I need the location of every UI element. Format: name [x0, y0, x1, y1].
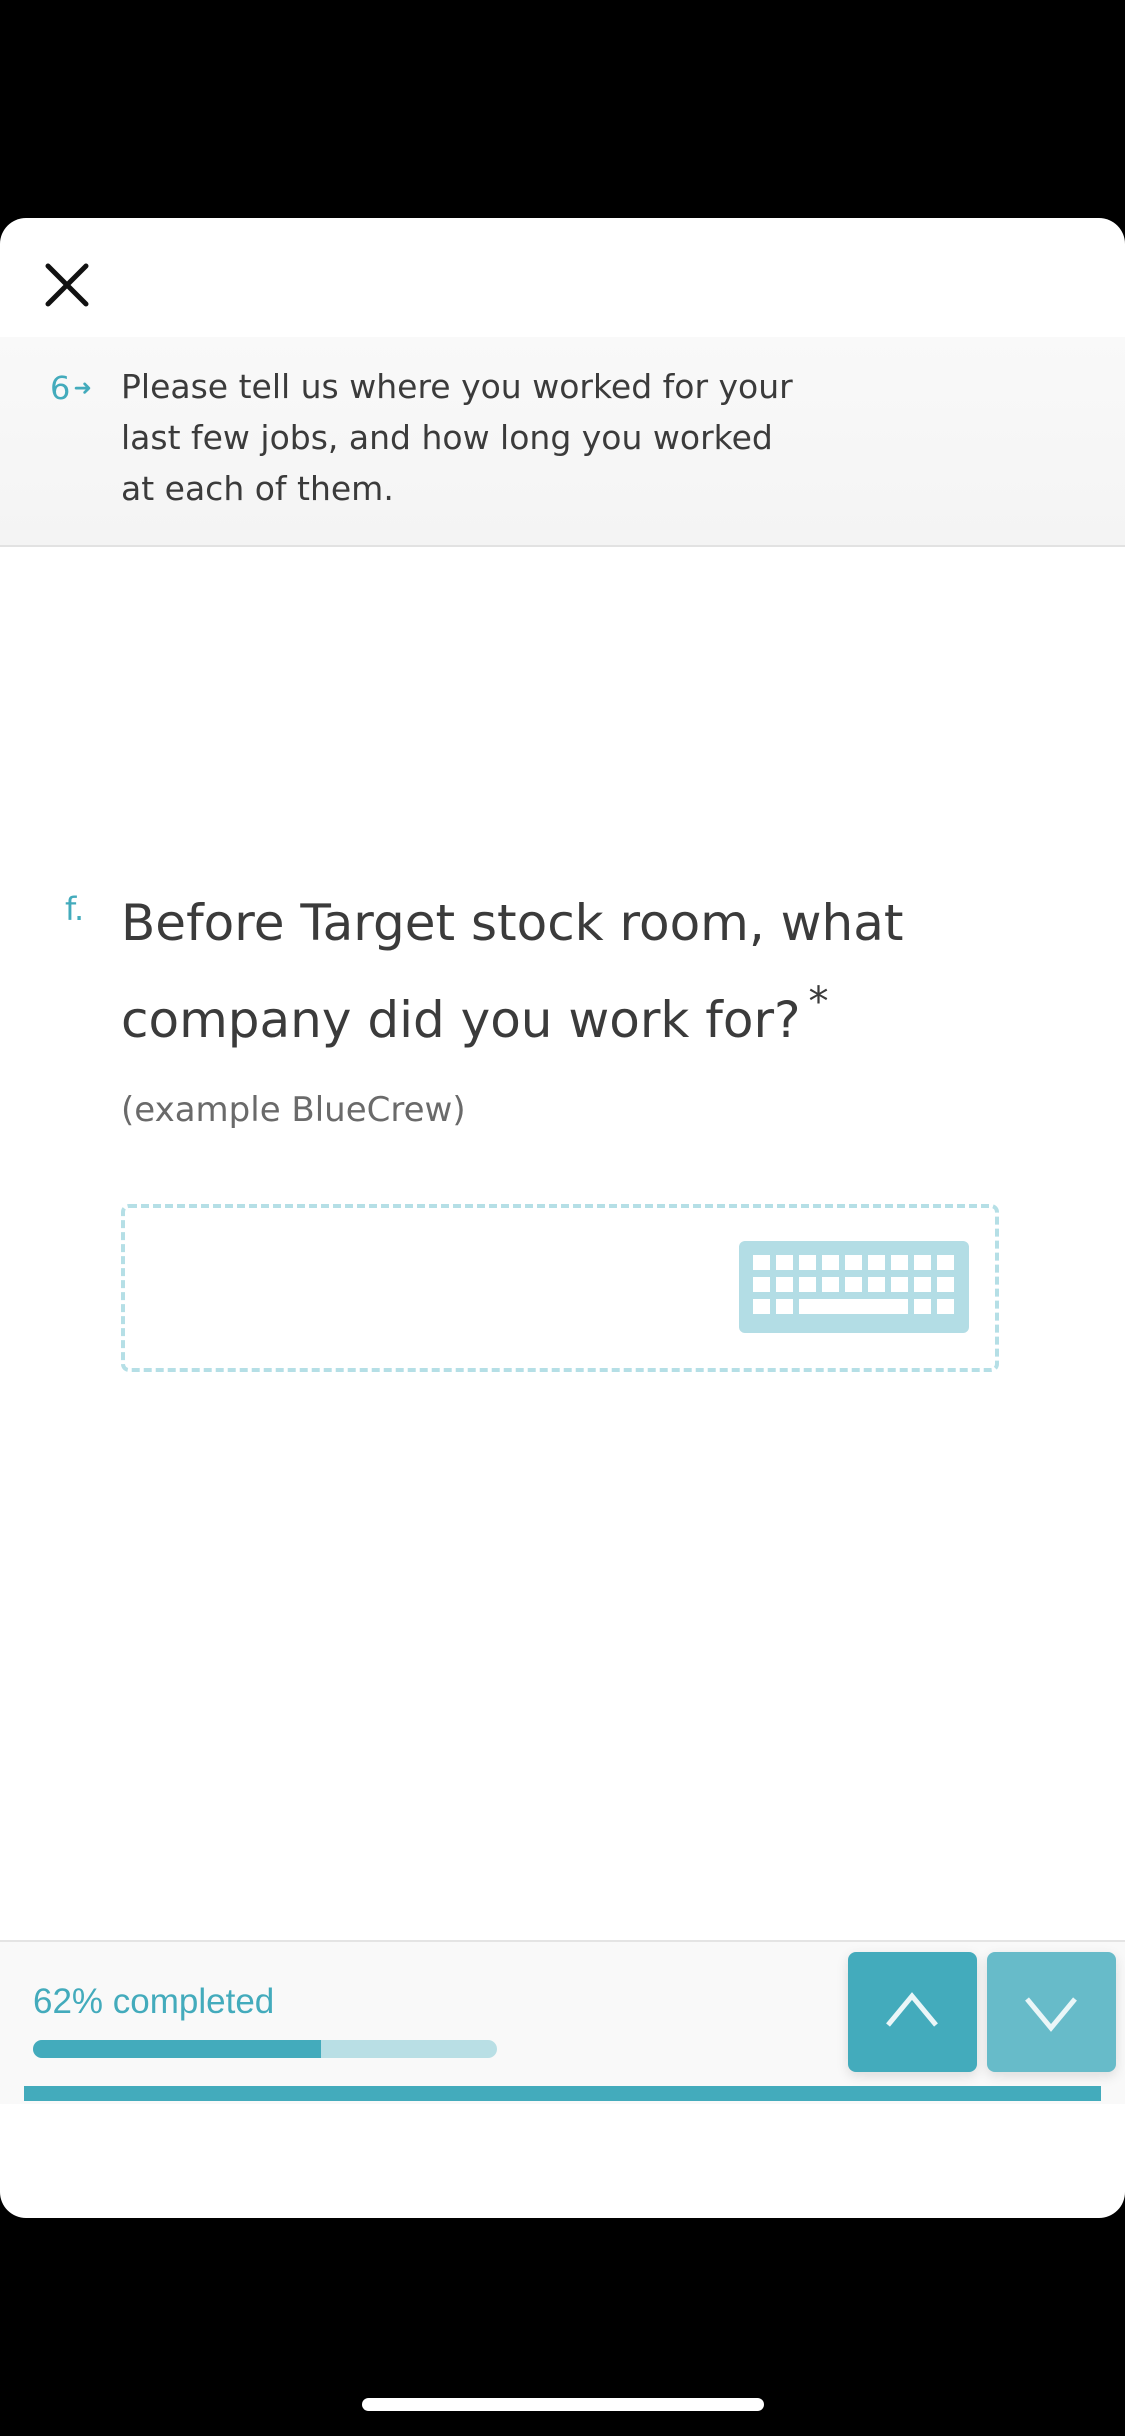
question-text: Please tell us where you worked for your…	[121, 367, 793, 508]
keyboard-icon	[739, 1241, 969, 1333]
question-header: 6 ➜ Please tell us where you worked for y…	[0, 337, 1125, 547]
answer-input[interactable]	[121, 1204, 999, 1372]
subquestion-letter: f.	[65, 890, 85, 928]
required-marker: *	[808, 979, 829, 1025]
question-number: 6 ➜	[50, 369, 92, 407]
home-indicator[interactable]	[362, 2398, 764, 2411]
progress-strip	[24, 2086, 1101, 2101]
arrow-right-icon: ➜	[73, 376, 92, 401]
previous-question-button[interactable]	[848, 1952, 977, 2072]
subquestion-text: Before Target stock room, what company d…	[121, 894, 904, 1049]
progress-label: 62% completed	[33, 1982, 275, 2021]
question-number-text: 6	[50, 369, 71, 407]
chevron-up-icon	[886, 1992, 938, 2027]
progress-fill	[33, 2040, 321, 2058]
progress-footer: 62% completed	[0, 1940, 1125, 2104]
example-hint: (example BlueCrew)	[121, 1090, 466, 1130]
subquestion-title: Before Target stock room, what company d…	[121, 884, 941, 1060]
next-question-button[interactable]	[987, 1952, 1116, 2072]
progress-bar	[33, 2040, 497, 2058]
chevron-down-icon	[1025, 1997, 1077, 2032]
survey-modal: 6 ➜ Please tell us where you worked for y…	[0, 218, 1125, 2218]
close-icon[interactable]	[44, 262, 90, 308]
